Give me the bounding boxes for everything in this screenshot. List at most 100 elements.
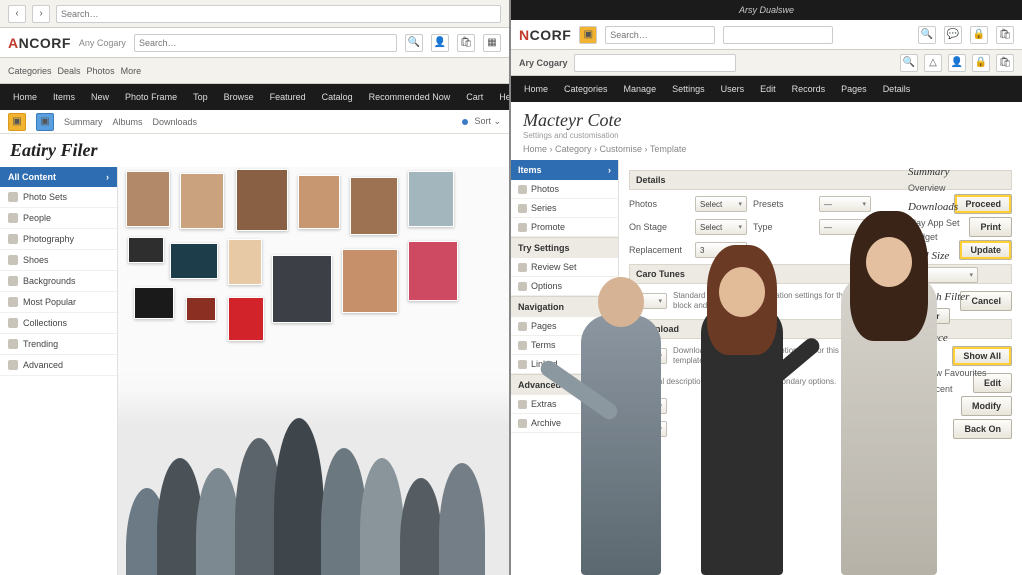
nav-item[interactable]: Edit <box>753 80 783 98</box>
user-icon[interactable]: 👤 <box>431 34 449 52</box>
lock-icon[interactable]: 🔒 <box>970 26 988 44</box>
util-link[interactable]: Photos <box>87 66 115 76</box>
photo-tile[interactable] <box>126 171 170 227</box>
nav-item[interactable]: Categories <box>557 80 615 98</box>
cart-icon[interactable]: 🛍 <box>996 26 1014 44</box>
nav-item[interactable]: Help <box>492 88 511 106</box>
app-icon[interactable]: ▣ <box>579 26 597 44</box>
user-icon[interactable]: 👤 <box>948 54 966 72</box>
nav-item[interactable]: Photo Frame <box>118 88 184 106</box>
grid-icon[interactable]: ▦ <box>483 34 501 52</box>
sidebar-active[interactable]: All Content› <box>0 167 117 187</box>
sidebar-item[interactable]: Photography <box>0 229 117 250</box>
modify-button[interactable]: Modify <box>961 396 1012 416</box>
photo-tile[interactable] <box>186 297 216 321</box>
photo-tile[interactable] <box>350 177 398 235</box>
address-input[interactable] <box>56 5 501 23</box>
sort-dropdown[interactable]: Sort ⌄ <box>474 116 501 127</box>
sub-link[interactable]: Summary <box>64 117 103 127</box>
folder-icon <box>8 360 18 370</box>
nav-item[interactable]: Users <box>714 80 752 98</box>
rail-item[interactable]: Overview <box>908 181 1018 195</box>
sidebar-header[interactable]: Items› <box>511 160 618 180</box>
alert-icon[interactable]: △ <box>924 54 942 72</box>
search-icon[interactable]: 🔍 <box>405 34 423 52</box>
photo-tile[interactable] <box>408 171 454 227</box>
nav-item[interactable]: New <box>84 88 116 106</box>
nav-item[interactable]: Pages <box>834 80 874 98</box>
nav-item[interactable]: Top <box>186 88 215 106</box>
folder-icon <box>8 297 18 307</box>
nav-item[interactable]: Items <box>46 88 82 106</box>
lock-icon[interactable]: 🔒 <box>972 54 990 72</box>
doc-icon <box>518 263 527 272</box>
nav-item[interactable]: Records <box>785 80 833 98</box>
search-input[interactable] <box>605 26 715 44</box>
bag-icon[interactable]: 🛍 <box>996 54 1014 72</box>
util-link[interactable]: Categories <box>8 66 52 76</box>
logo[interactable]: NCORF <box>519 27 571 43</box>
util-link[interactable]: Deals <box>58 66 81 76</box>
sidebar-item[interactable]: Collections <box>0 313 117 334</box>
search-input[interactable] <box>134 34 397 52</box>
sub-link[interactable]: Downloads <box>153 117 198 127</box>
folder-icon <box>8 318 18 328</box>
chat-icon[interactable]: 💬 <box>944 26 962 44</box>
sidebar-item[interactable]: Trending <box>0 334 117 355</box>
photo-tile[interactable] <box>228 297 264 341</box>
doc-icon <box>518 204 527 213</box>
filter-input[interactable] <box>574 54 736 72</box>
nav-item[interactable]: Browse <box>217 88 261 106</box>
nav-item[interactable]: Home <box>517 80 555 98</box>
sidebar-item[interactable]: Backgrounds <box>0 271 117 292</box>
logo[interactable]: ANCORF <box>8 35 71 51</box>
sidebar-item[interactable]: Most Popular <box>0 292 117 313</box>
sidebar-item[interactable]: Review Set <box>511 258 618 277</box>
back-icon[interactable]: ‹ <box>8 5 26 23</box>
sidebar-item[interactable]: Advanced <box>0 355 117 376</box>
sub-nav: ▣ ▣ Summary Albums Downloads Sort ⌄ <box>0 110 509 134</box>
select-dropdown[interactable]: Select▾ <box>695 196 747 212</box>
nav-item[interactable]: Details <box>876 80 918 98</box>
sidebar-item[interactable]: Photos <box>511 180 618 199</box>
back-button[interactable]: Back On <box>953 419 1012 439</box>
search-icon[interactable]: 🔍 <box>918 26 936 44</box>
nav-item[interactable]: Recommended Now <box>362 88 458 106</box>
photo-tile[interactable] <box>180 173 224 229</box>
photo-tile[interactable] <box>408 241 458 301</box>
nav-item[interactable]: Settings <box>665 80 712 98</box>
photo-tile[interactable] <box>236 169 288 231</box>
brand-row: ANCORF Any Cogary 🔍 👤 🛍 ▦ <box>0 28 509 58</box>
cart-icon[interactable]: 🛍 <box>457 34 475 52</box>
secondary-input[interactable] <box>723 26 833 44</box>
select-dropdown[interactable]: Select▾ <box>695 219 747 235</box>
sidebar-item[interactable]: Promote <box>511 218 618 237</box>
page-title: Eatiry Filer <box>10 140 98 160</box>
sidebar-item[interactable]: Photo Sets <box>0 187 117 208</box>
photo-tile[interactable] <box>272 255 332 323</box>
photo-tile[interactable] <box>128 237 164 263</box>
rail-item[interactable]: Play App Set <box>908 216 1018 230</box>
nav-home[interactable]: Home <box>6 88 44 106</box>
main-nav: Home Categories Manage Settings Users Ed… <box>511 76 1022 102</box>
photo-tile[interactable] <box>134 287 174 319</box>
photo-tile[interactable] <box>170 243 218 279</box>
forward-icon[interactable]: › <box>32 5 50 23</box>
photo-tile[interactable] <box>342 249 398 313</box>
app-icon[interactable]: ▣ <box>36 113 54 131</box>
sidebar-item[interactable]: Series <box>511 199 618 218</box>
sidebar-item[interactable]: People <box>0 208 117 229</box>
sidebar-item[interactable]: Shoes <box>0 250 117 271</box>
photo-tile[interactable] <box>298 175 340 229</box>
select-dropdown[interactable]: —▾ <box>819 196 871 212</box>
nav-item[interactable]: Featured <box>263 88 313 106</box>
nav-item[interactable]: Manage <box>617 80 664 98</box>
search-icon[interactable]: 🔍 <box>900 54 918 72</box>
nav-item[interactable]: Cart <box>459 88 490 106</box>
photo-tile[interactable] <box>228 239 262 285</box>
util-link[interactable]: More <box>121 66 142 76</box>
doc-icon <box>518 322 527 331</box>
sub-link[interactable]: Albums <box>113 117 143 127</box>
nav-item[interactable]: Catalog <box>315 88 360 106</box>
app-icon[interactable]: ▣ <box>8 113 26 131</box>
